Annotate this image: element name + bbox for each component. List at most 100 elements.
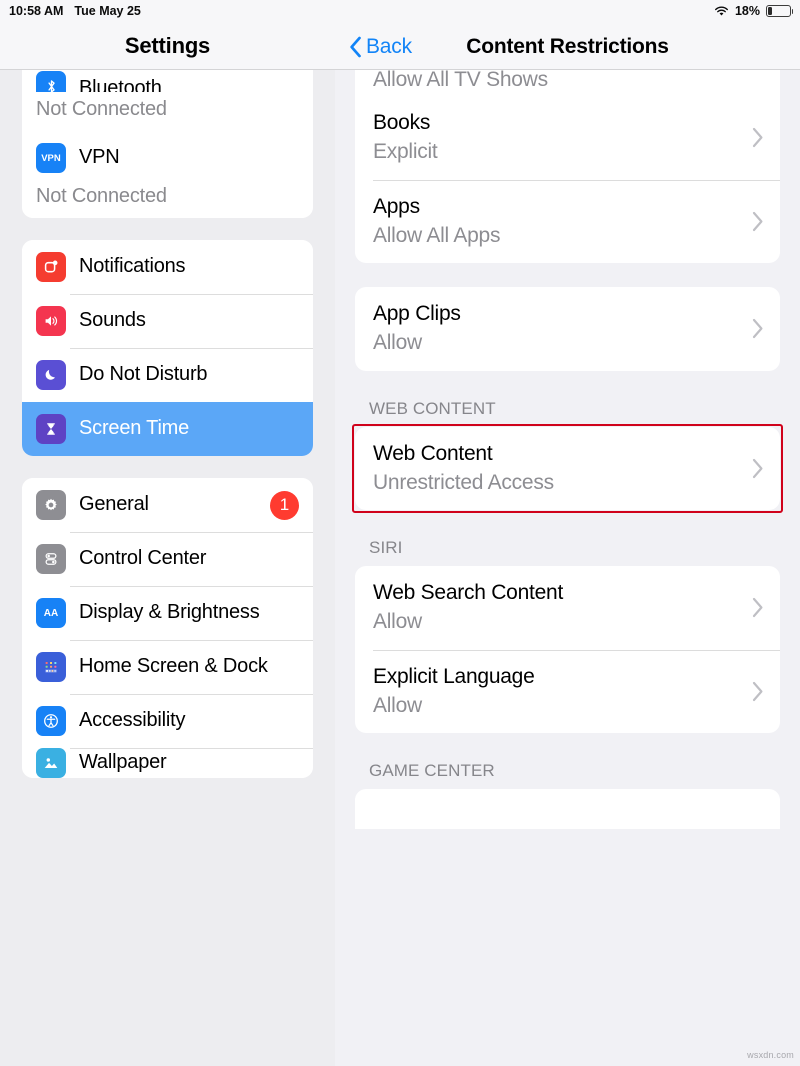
sidebar-item-label: VPN [79, 146, 120, 169]
sidebar-group-connectivity: Bluetooth Not Connected VPN VPN Not Conn… [22, 70, 313, 218]
row-value: Unrestricted Access [373, 470, 554, 494]
row-web-content-texts: Web Content Unrestricted Access [373, 441, 742, 497]
wallpaper-icon [36, 748, 66, 778]
back-button-label: Back [366, 35, 412, 58]
control-center-icon [36, 544, 66, 574]
do-not-disturb-icon [36, 360, 66, 390]
row-title: Explicit Language [373, 664, 535, 688]
restrictions-group-game-center [355, 789, 780, 830]
row-apps[interactable]: Apps Allow All Apps [355, 179, 780, 264]
row-books-texts: Books Explicit [373, 110, 742, 166]
row-web-search-content[interactable]: Web Search Content Allow [355, 566, 780, 650]
sidebar-group-system: Notifications Sounds Do Not Disturb Scre… [22, 240, 313, 456]
chevron-right-icon [752, 318, 764, 339]
row-title: Books [373, 111, 431, 134]
screen-time-icon [36, 414, 66, 444]
battery-percent-label: 18% [734, 4, 760, 18]
back-button[interactable]: Back [349, 35, 412, 59]
sidebar-item-label: Bluetooth [79, 76, 162, 92]
row-apps-texts: Apps Allow All Apps [373, 194, 742, 250]
battery-icon [766, 5, 794, 17]
chevron-right-icon [752, 127, 764, 148]
row-explicit-language[interactable]: Explicit Language Allow [355, 649, 780, 734]
status-bar: 10:58 AM Tue May 25 18% [0, 0, 800, 22]
status-bar-right: 18% [714, 4, 800, 18]
sidebar-item-general[interactable]: General 1 [22, 478, 313, 532]
chevron-right-icon [752, 211, 764, 232]
ipad-settings-screen: 10:58 AM Tue May 25 18% Settings Bluetoo… [0, 0, 800, 1066]
sidebar-item-accessibility[interactable]: Accessibility [22, 694, 313, 748]
watermark: wsxdn.com [747, 1050, 794, 1060]
status-bar-time: 10:58 AM [9, 4, 64, 18]
row-web-search-texts: Web Search Content Allow [373, 580, 742, 636]
row-app-clips-texts: App Clips Allow [373, 301, 742, 357]
row-value: Allow [373, 331, 422, 355]
status-bar-date: Tue May 25 [74, 4, 141, 18]
row-tv-shows-clipped[interactable]: Allow All TV Shows [355, 70, 780, 96]
vpn-icon: VPN [36, 143, 66, 173]
chevron-right-icon [752, 681, 764, 702]
bluetooth-icon [36, 71, 66, 92]
sidebar-item-label: Do Not Disturb [79, 363, 208, 386]
sidebar-item-vpn[interactable]: VPN VPN [22, 131, 313, 185]
row-title: Apps [373, 194, 420, 218]
sidebar-title: Settings [124, 33, 211, 58]
section-header-web-content: WEB CONTENT [369, 398, 496, 418]
sidebar-item-control-center[interactable]: Control Center [22, 532, 313, 586]
row-books[interactable]: Books Explicit [355, 96, 780, 180]
sidebar-item-label: Screen Time [79, 417, 190, 440]
restrictions-group-web-content: Web Content Unrestricted Access [352, 423, 783, 514]
row-explicit-language-texts: Explicit Language Allow [373, 664, 742, 720]
sidebar-item-label: Home Screen & Dock [79, 655, 268, 678]
chevron-left-icon [349, 36, 362, 58]
restrictions-group-siri: Web Search Content Allow Explicit Langua… [355, 566, 780, 734]
sidebar-item-label: General [79, 493, 149, 516]
row-value: Allow All Apps [373, 223, 501, 247]
vpn-status: Not Connected [22, 185, 313, 218]
sidebar-item-label: Notifications [79, 255, 186, 278]
row-value: Explicit [373, 140, 438, 164]
display-brightness-icon: AA [36, 598, 66, 628]
restrictions-group-media: Allow All TV Shows Books Explicit Apps A… [355, 70, 780, 264]
row-app-clips[interactable]: App Clips Allow [355, 287, 780, 371]
settings-sidebar: Settings Bluetooth Not Connected VPN VPN [0, 0, 335, 1066]
tv-shows-value: Allow All TV Shows [373, 70, 548, 91]
notifications-icon [36, 252, 66, 282]
main-scroll-area[interactable]: Allow All TV Shows Books Explicit Apps A… [335, 70, 800, 1066]
bluetooth-status: Not Connected [22, 92, 313, 131]
sidebar-scroll-area[interactable]: Bluetooth Not Connected VPN VPN Not Conn… [0, 70, 335, 1066]
sidebar-item-home-screen-dock[interactable]: Home Screen & Dock [22, 640, 313, 694]
sidebar-item-bluetooth[interactable]: Bluetooth [22, 70, 313, 92]
sidebar-item-label: Sounds [79, 309, 146, 332]
sidebar-item-do-not-disturb[interactable]: Do Not Disturb [22, 348, 313, 402]
row-title: Web Search Content [373, 581, 564, 605]
sidebar-item-screen-time[interactable]: Screen Time [22, 402, 313, 456]
home-screen-dock-icon [36, 652, 66, 682]
row-value: Allow [373, 610, 422, 634]
status-bar-left: 10:58 AM Tue May 25 [0, 4, 141, 18]
sidebar-item-label: Display & Brightness [79, 601, 260, 624]
content-restrictions-panel: Back Content Restrictions Allow All TV S… [335, 0, 800, 1066]
sidebar-item-sounds[interactable]: Sounds [22, 294, 313, 348]
section-header-siri: SIRI [369, 538, 403, 558]
chevron-right-icon [752, 597, 764, 618]
sidebar-item-label: Control Center [79, 547, 207, 570]
sounds-icon [36, 306, 66, 336]
restrictions-group-app-clips: App Clips Allow [355, 287, 780, 371]
sidebar-item-notifications[interactable]: Notifications [22, 240, 313, 294]
row-web-content[interactable]: Web Content Unrestricted Access [355, 427, 780, 511]
row-title: App Clips [373, 302, 461, 326]
general-gear-icon [36, 490, 66, 520]
wifi-icon [714, 5, 729, 17]
chevron-right-icon [752, 458, 764, 479]
row-value: Allow [373, 693, 422, 717]
section-header-game-center: GAME CENTER [369, 761, 495, 781]
row-title: Web Content [373, 441, 493, 465]
general-badge: 1 [270, 490, 299, 520]
sidebar-item-label: Wallpaper [79, 751, 167, 774]
sidebar-item-display-brightness[interactable]: AA Display & Brightness [22, 586, 313, 640]
sidebar-item-wallpaper[interactable]: Wallpaper [22, 748, 313, 778]
sidebar-group-device: General 1 Control Center AA Display & Br… [22, 478, 313, 778]
accessibility-icon [36, 706, 66, 736]
